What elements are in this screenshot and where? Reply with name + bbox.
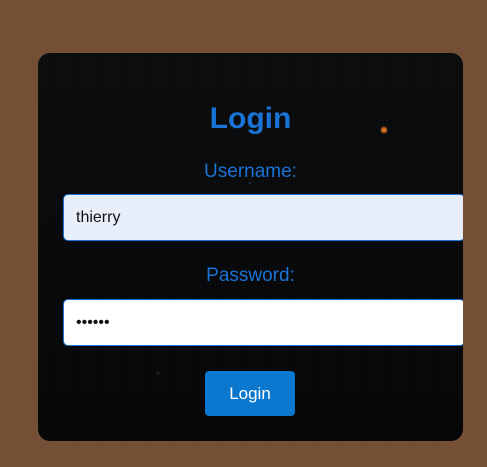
username-input[interactable]: [63, 194, 463, 241]
password-input[interactable]: [63, 299, 463, 346]
username-label: Username:: [204, 161, 297, 182]
password-label: Password:: [206, 265, 295, 286]
login-card: Login Username: Password: Login: [38, 53, 463, 441]
login-button[interactable]: Login: [205, 371, 295, 416]
login-title: Login: [209, 102, 292, 135]
